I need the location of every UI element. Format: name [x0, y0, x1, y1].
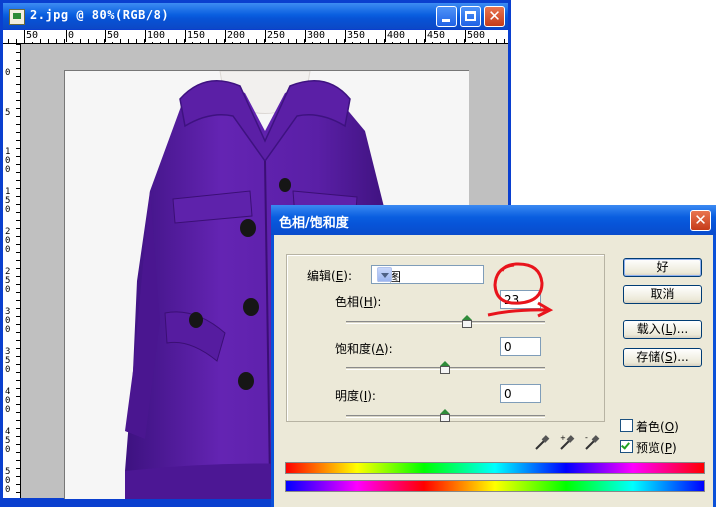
ruler-label: 4 5 0: [5, 427, 11, 455]
ruler-label: 100: [145, 30, 166, 42]
chevron-down-icon[interactable]: [377, 267, 392, 282]
annotation-arrow: [487, 301, 554, 318]
preview-label-text: 预览(: [636, 441, 665, 455]
lightness-slider-thumb[interactable]: [440, 409, 450, 422]
ruler-label: 2 0 0: [5, 227, 11, 255]
dialog-title: 色相/饱和度: [279, 216, 349, 231]
svg-text:-: -: [585, 433, 588, 442]
output-hue-bar: [285, 480, 705, 492]
saturation-label: 饱和度(A):: [335, 340, 393, 357]
load-button[interactable]: 载入(L)...: [623, 320, 702, 339]
eyedropper-icon[interactable]: [534, 433, 552, 451]
preview-label-suffix: ): [671, 441, 677, 455]
ok-button[interactable]: 好: [623, 258, 702, 277]
ruler-label: 1 0 0: [5, 147, 11, 175]
vertical-ruler[interactable]: 0 5 1 0 0 1 5 0 2 0 0 2 5 0 3 0 0 3 5 0 …: [3, 44, 21, 498]
colorize-label-text: 着色(: [636, 420, 665, 434]
hue-label-text: 色相(: [335, 295, 364, 309]
maximize-icon: [465, 11, 476, 21]
saturation-label-suffix: ):: [383, 342, 393, 356]
close-button[interactable]: ✕: [484, 6, 505, 27]
save-button-text: 存储(: [636, 350, 665, 364]
ruler-label: 0: [5, 68, 11, 78]
ruler-label: 300: [305, 30, 326, 42]
ruler-label: 150: [185, 30, 206, 42]
annotation-circle: [493, 262, 544, 305]
dialog-titlebar[interactable]: 色相/饱和度 ✕: [271, 205, 716, 235]
hue-saturation-dialog: 色相/饱和度 ✕ 编辑(E): 全图 色相(H): 23 饱和度(A): 0 明…: [271, 205, 716, 507]
colorize-label: 着色(O): [636, 418, 679, 435]
ruler-label: 0: [66, 30, 75, 42]
ruler-label: 5 0 0: [5, 467, 11, 495]
close-icon: ✕: [694, 211, 707, 229]
document-titlebar[interactable]: 2.jpg @ 80%(RGB/8) ✕: [3, 3, 508, 29]
ruler-label: 2 5 0: [5, 267, 11, 295]
maximize-button[interactable]: [460, 6, 481, 27]
ruler-label: 400: [385, 30, 406, 42]
preview-label: 预览(P): [636, 439, 677, 456]
saturation-label-text: 饱和度(: [335, 342, 376, 356]
hue-slider-thumb[interactable]: [462, 315, 472, 328]
load-button-suffix: )...: [672, 322, 689, 336]
ruler-label: 500: [465, 30, 486, 42]
annotation-marks: [487, 262, 554, 318]
edit-label-suffix: ):: [343, 269, 353, 283]
input-hue-bar: [285, 462, 705, 474]
lightness-label: 明度(I):: [335, 387, 376, 404]
preview-accesskey: P: [664, 441, 672, 455]
saturation-input[interactable]: 0: [500, 337, 541, 356]
ruler-label: 1 5 0: [5, 187, 11, 215]
hue-accesskey: H: [363, 295, 373, 309]
colorize-label-suffix: ): [674, 420, 679, 434]
save-button[interactable]: 存储(S)...: [623, 348, 702, 367]
cancel-button[interactable]: 取消: [623, 285, 702, 304]
hue-label-suffix: ):: [372, 295, 382, 309]
eyedropper-minus-icon[interactable]: -: [584, 433, 602, 451]
edit-select[interactable]: 全图: [371, 265, 484, 284]
save-accesskey: S: [664, 350, 673, 364]
colorize-checkbox[interactable]: [620, 419, 633, 432]
edit-label: 编辑(E):: [307, 267, 352, 284]
dialog-close-button[interactable]: ✕: [690, 210, 711, 231]
ruler-label: 5: [5, 108, 11, 118]
hue-label: 色相(H):: [335, 293, 381, 310]
lightness-label-text: 明度(: [335, 389, 364, 403]
ruler-label: 4 0 0: [5, 387, 11, 415]
minimize-icon: [442, 19, 450, 22]
close-icon: ✕: [488, 7, 501, 25]
horizontal-ruler[interactable]: 50 0 50 100 150 200 250 300 350 400 450 …: [8, 30, 508, 44]
minimize-button[interactable]: [436, 6, 457, 27]
saturation-accesskey: A: [375, 342, 384, 356]
saturation-slider-thumb[interactable]: [440, 361, 450, 374]
ruler-label: 50: [24, 30, 39, 42]
eyedropper-plus-icon[interactable]: +: [559, 433, 577, 451]
ruler-label: 3 0 0: [5, 307, 11, 335]
edit-label-text: 编辑(: [307, 269, 336, 283]
ruler-label: 350: [345, 30, 366, 42]
save-button-suffix: )...: [672, 350, 689, 364]
ruler-label: 3 5 0: [5, 347, 11, 375]
ruler-label: 50: [105, 30, 120, 42]
lightness-input[interactable]: 0: [500, 384, 541, 403]
colorize-accesskey: O: [664, 420, 675, 434]
hue-slider-track[interactable]: [346, 321, 545, 324]
ruler-label: 200: [225, 30, 246, 42]
lightness-label-suffix: ):: [367, 389, 376, 403]
photoshop-document-icon: [9, 9, 25, 25]
ruler-label: 250: [265, 30, 286, 42]
svg-text:+: +: [560, 434, 566, 442]
load-button-text: 载入(: [636, 322, 666, 336]
ruler-label: 450: [425, 30, 446, 42]
preview-checkbox[interactable]: [620, 440, 633, 453]
document-title: 2.jpg @ 80%(RGB/8): [30, 8, 170, 22]
